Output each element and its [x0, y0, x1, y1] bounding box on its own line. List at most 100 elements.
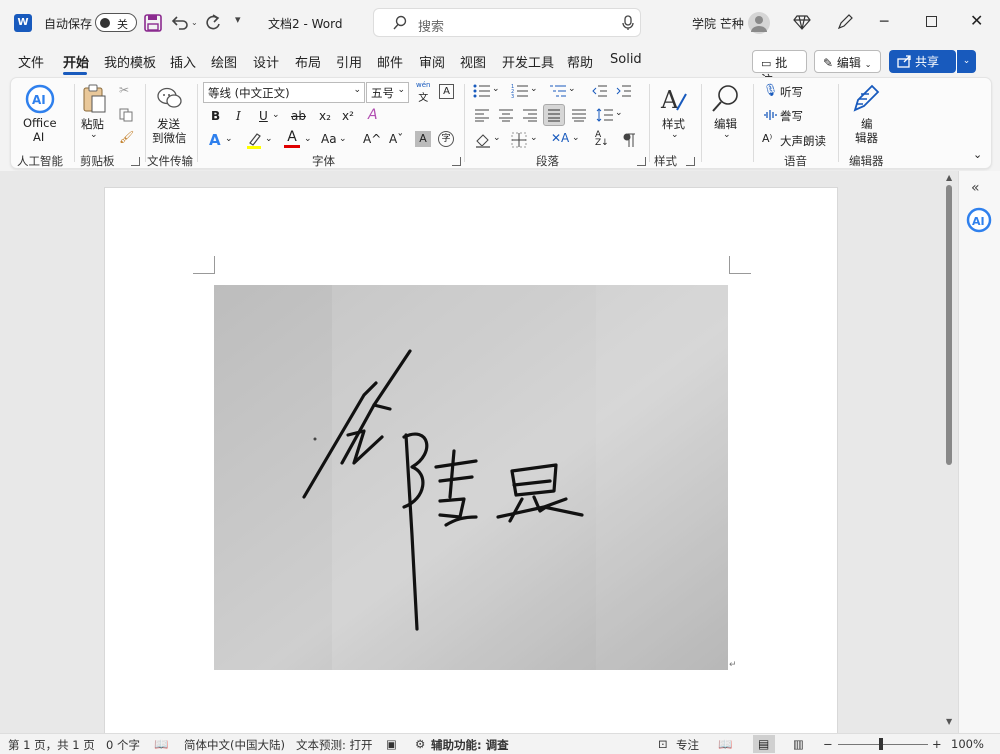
wechat-icon[interactable]: [157, 86, 183, 110]
italic-button[interactable]: I: [236, 109, 241, 123]
editing-mode-button[interactable]: ✎ 编辑 ⌄: [814, 50, 881, 73]
editing-dropdown-icon[interactable]: ⌄: [723, 130, 731, 140]
change-case-icon[interactable]: Aa: [321, 132, 337, 146]
scroll-thumb[interactable]: [946, 185, 952, 465]
accessibility-status[interactable]: 辅助功能: 调查: [431, 737, 509, 753]
increase-indent-icon[interactable]: [616, 83, 632, 99]
chinese-layout-dropdown-icon[interactable]: ⌄: [572, 133, 580, 143]
tab-home[interactable]: 开始: [63, 52, 89, 71]
share-button[interactable]: 共享: [889, 50, 956, 73]
macro-icon[interactable]: ▣: [386, 737, 397, 751]
undo-dropdown-icon[interactable]: ⌄: [191, 18, 198, 27]
clipboard-launcher-icon[interactable]: [131, 157, 140, 166]
styles-launcher-icon[interactable]: [686, 157, 695, 166]
text-effects-icon[interactable]: A: [209, 131, 221, 149]
customize-qat-icon[interactable]: ▾: [235, 13, 241, 26]
zoom-out-button[interactable]: −: [823, 737, 833, 751]
format-painter-icon[interactable]: 🖌: [119, 130, 134, 144]
borders-icon[interactable]: [511, 132, 527, 148]
subscript-button[interactable]: x₂: [319, 109, 331, 123]
office-ai-pane-icon[interactable]: AI: [966, 207, 992, 233]
user-name[interactable]: 学院 芒种: [692, 15, 744, 32]
numbering-dropdown-icon[interactable]: ⌄: [530, 84, 538, 94]
save-icon[interactable]: [143, 13, 163, 33]
collapse-ribbon-icon[interactable]: ⌄: [973, 148, 982, 161]
search-box[interactable]: 搜索: [373, 8, 641, 37]
align-left-icon[interactable]: [474, 108, 490, 122]
find-icon[interactable]: [711, 84, 741, 114]
cut-icon[interactable]: ✂: [119, 83, 129, 97]
pen-designer-icon[interactable]: [836, 13, 854, 31]
text-prediction-status[interactable]: 文本预测: 打开: [296, 737, 373, 753]
zoom-slider[interactable]: [838, 744, 928, 745]
diamond-icon[interactable]: [793, 13, 811, 31]
font-color-dropdown-icon[interactable]: ⌄: [304, 134, 312, 144]
font-size-combo[interactable]: 五号 ⌄: [366, 82, 409, 103]
office-ai-label-2[interactable]: AI: [33, 130, 44, 144]
transcribe-label[interactable]: 誊写: [780, 108, 803, 124]
paste-dropdown-icon[interactable]: ⌄: [90, 130, 98, 140]
redo-icon[interactable]: [203, 13, 223, 33]
tab-layout[interactable]: 布局: [295, 52, 321, 71]
line-spacing-icon[interactable]: [596, 107, 614, 123]
transcribe-icon[interactable]: [763, 109, 777, 121]
scroll-up-icon[interactable]: ▲: [946, 173, 952, 182]
superscript-button[interactable]: x²: [342, 109, 354, 123]
multilevel-list-icon[interactable]: [549, 83, 567, 99]
font-color-icon[interactable]: A: [284, 130, 300, 150]
page-count[interactable]: 第 1 页，共 1 页: [8, 737, 95, 753]
font-launcher-icon[interactable]: [452, 157, 461, 166]
decrease-indent-icon[interactable]: [592, 83, 608, 99]
office-ai-label-1[interactable]: Office: [23, 116, 57, 130]
tab-design[interactable]: 设计: [253, 52, 279, 71]
zoom-level[interactable]: 100%: [951, 737, 984, 751]
multilevel-dropdown-icon[interactable]: ⌄: [568, 84, 576, 94]
tab-solid[interactable]: Solid: [610, 52, 642, 67]
enclose-characters-icon[interactable]: 字: [438, 131, 454, 147]
shrink-font-button[interactable]: Aˇ: [389, 132, 403, 146]
read-aloud-label[interactable]: 大声朗读: [780, 133, 826, 149]
bullets-dropdown-icon[interactable]: ⌄: [492, 84, 500, 94]
chinese-layout-icon[interactable]: ✕A: [551, 131, 569, 145]
styles-dropdown-icon[interactable]: ⌄: [671, 130, 679, 140]
tab-developer[interactable]: 开发工具: [502, 52, 554, 71]
dictate-icon[interactable]: 🎙: [763, 83, 778, 97]
tab-help[interactable]: 帮助: [567, 52, 593, 71]
numbering-icon[interactable]: 123: [511, 83, 529, 99]
expand-pane-icon[interactable]: «: [971, 180, 980, 196]
share-dropdown-icon[interactable]: ⌄: [956, 50, 976, 73]
office-ai-icon[interactable]: AI: [25, 84, 55, 114]
character-shading-icon[interactable]: A: [415, 131, 431, 147]
zoom-slider-thumb[interactable]: [879, 738, 883, 750]
character-border-icon[interactable]: A: [439, 84, 454, 99]
phonetic-guide-icon[interactable]: wén 文: [416, 81, 430, 104]
align-right-icon[interactable]: [522, 108, 538, 122]
wechat-label-2[interactable]: 到微信: [152, 130, 187, 146]
focus-icon[interactable]: ⊡: [658, 737, 668, 751]
print-layout-view[interactable]: ▤: [753, 735, 775, 753]
tab-review[interactable]: 审阅: [419, 52, 445, 71]
highlight-icon[interactable]: [246, 132, 262, 150]
tab-file[interactable]: 文件: [18, 52, 44, 71]
vertical-scrollbar[interactable]: ▲ ▼: [942, 171, 958, 733]
minimize-icon[interactable]: ─: [880, 14, 888, 30]
tab-references[interactable]: 引用: [336, 52, 362, 71]
editor-label-2[interactable]: 辑器: [855, 130, 878, 146]
highlight-dropdown-icon[interactable]: ⌄: [265, 134, 273, 144]
paragraph-launcher-icon[interactable]: [637, 157, 646, 166]
zoom-in-button[interactable]: +: [932, 737, 942, 751]
clear-formatting-icon[interactable]: A: [368, 107, 378, 123]
close-icon[interactable]: ✕: [970, 11, 983, 30]
change-case-dropdown-icon[interactable]: ⌄: [339, 134, 347, 144]
bold-button[interactable]: B: [211, 109, 220, 123]
strikethrough-button[interactable]: ab: [291, 109, 306, 123]
dictate-label[interactable]: 听写: [780, 84, 803, 100]
read-mode-icon[interactable]: 📖: [718, 737, 732, 751]
comments-button[interactable]: ▭ 批注: [752, 50, 807, 87]
text-effects-dropdown-icon[interactable]: ⌄: [225, 134, 233, 144]
avatar[interactable]: [748, 12, 770, 34]
tab-view[interactable]: 视图: [460, 52, 486, 71]
autosave-toggle[interactable]: 关: [95, 13, 137, 32]
shading-dropdown-icon[interactable]: ⌄: [493, 133, 501, 143]
tab-my-templates[interactable]: 我的模板: [104, 52, 156, 71]
